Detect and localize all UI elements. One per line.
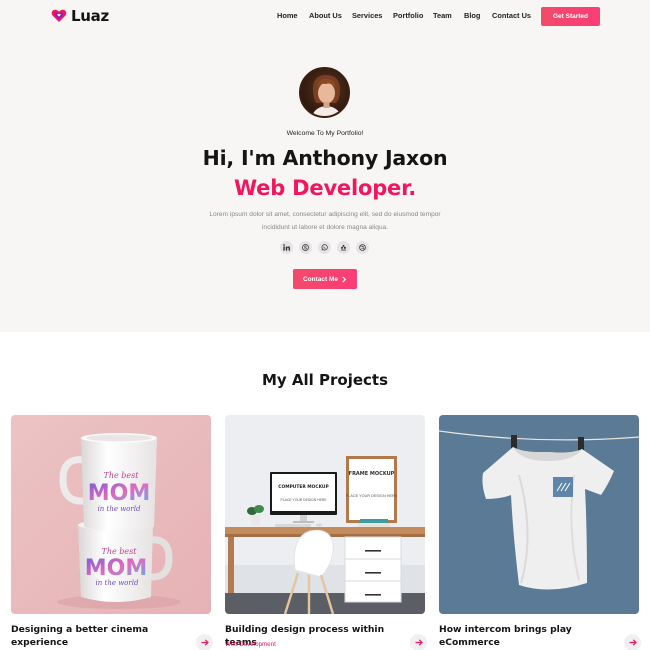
project-card: How intercom brings play eCommerce bbox=[439, 415, 641, 650]
chevron-right-icon bbox=[342, 275, 347, 283]
mug-text-bottom: in the world bbox=[98, 505, 141, 513]
contact-me-label: Contact Me bbox=[302, 275, 339, 283]
projects-section-title: My All Projects bbox=[261, 371, 389, 389]
get-started-button[interactable]: Get Started bbox=[541, 7, 600, 26]
project-card: The best MOM in the world The best MOM i… bbox=[11, 415, 213, 650]
project-title[interactable]: How intercom brings play eCommerce bbox=[439, 623, 609, 649]
mug-text-top: The best bbox=[104, 471, 140, 480]
project-arrow-button[interactable] bbox=[624, 634, 641, 650]
skype-icon[interactable] bbox=[299, 241, 312, 254]
hero-description: Lorem ipsum dolor sit amet, consectetur … bbox=[209, 211, 441, 231]
logo-heart-icon bbox=[51, 9, 67, 22]
social-links bbox=[280, 241, 369, 254]
nav-item-home[interactable]: Home bbox=[277, 11, 298, 20]
logo[interactable]: Luaz bbox=[51, 7, 109, 25]
portrait-image bbox=[301, 69, 348, 116]
mug-text-main: MOM bbox=[88, 481, 151, 506]
whatsapp-icon[interactable] bbox=[318, 241, 331, 254]
hero-role: Web Developer. bbox=[233, 176, 417, 200]
nav-item-blog[interactable]: Blog bbox=[464, 11, 480, 20]
project-arrow-button[interactable] bbox=[410, 634, 427, 650]
frame-mockup-sub: PLACE YOUR DESIGN HERE bbox=[346, 494, 398, 498]
nav-item-about-us[interactable]: About Us bbox=[309, 11, 342, 20]
logo-text: Luaz bbox=[71, 7, 109, 25]
hero-title: Hi, I'm Anthony Jaxon bbox=[202, 146, 448, 170]
nav-item-contact-us[interactable]: Contact Us bbox=[492, 11, 531, 20]
computer-mockup-title: COMPUTER MOCKUP bbox=[278, 484, 329, 490]
arrow-right-icon bbox=[201, 639, 209, 646]
site-header: Luaz Home About Us Services Portfolio Te… bbox=[0, 0, 650, 32]
project-image-tshirt[interactable] bbox=[439, 415, 639, 614]
arrow-right-icon bbox=[415, 639, 423, 646]
behance-icon[interactable] bbox=[337, 241, 350, 254]
mug-text-top-2: The best bbox=[102, 547, 138, 556]
project-image-mugs[interactable]: The best MOM in the world The best MOM i… bbox=[11, 415, 211, 614]
welcome-text: Welcome To My Portfolio! bbox=[286, 130, 364, 137]
profile-avatar bbox=[299, 67, 350, 118]
project-arrow-button[interactable] bbox=[196, 634, 213, 650]
dribbble-icon[interactable] bbox=[356, 241, 369, 254]
mug-text-bottom-2: in the world bbox=[96, 579, 139, 587]
hero-section: Welcome To My Portfolio! Hi, I'm Anthony… bbox=[0, 32, 650, 332]
contact-me-button[interactable]: Contact Me bbox=[293, 269, 357, 289]
arrow-right-icon bbox=[629, 639, 637, 646]
project-card: FRAME MOCKUP PLACE YOUR DESIGN HERE COMP… bbox=[225, 415, 427, 650]
linkedin-icon[interactable] bbox=[280, 241, 293, 254]
mug-text-main-2: MOM bbox=[85, 556, 148, 581]
project-title[interactable]: Designing a better cinema experience bbox=[11, 623, 181, 649]
computer-mockup-sub: PLACE YOUR DESIGN HERE bbox=[280, 498, 327, 502]
nav-item-portfolio[interactable]: Portfolio bbox=[393, 11, 423, 20]
frame-mockup-title: FRAME MOCKUP bbox=[349, 471, 395, 477]
project-image-desk[interactable]: FRAME MOCKUP PLACE YOUR DESIGN HERE COMP… bbox=[225, 415, 425, 614]
project-tag[interactable]: Web Development bbox=[225, 641, 276, 648]
nav-item-services[interactable]: Services bbox=[352, 11, 382, 20]
nav-item-team[interactable]: Team bbox=[433, 11, 452, 20]
